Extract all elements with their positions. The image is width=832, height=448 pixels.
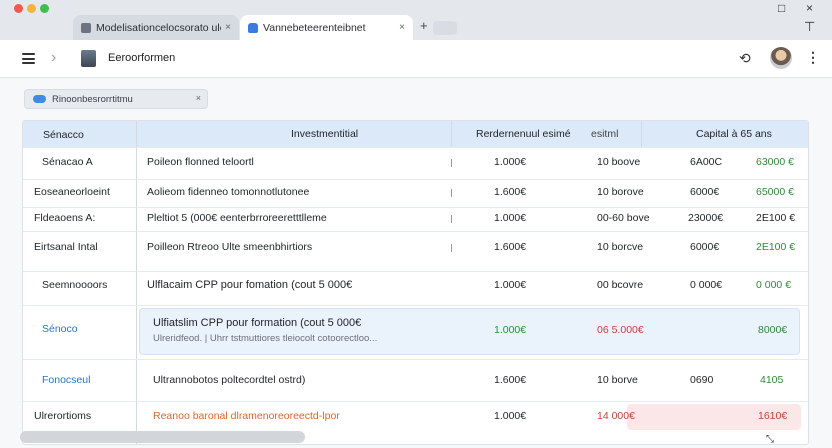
new-tab-button[interactable]: + xyxy=(420,18,428,33)
scenario-cell: Eoseaneorloeint xyxy=(34,186,110,198)
tab-close-icon[interactable]: × xyxy=(225,22,231,33)
tab-title: Vannebeteerenteibnet xyxy=(263,21,366,34)
more-options-icon[interactable]: ⋮ xyxy=(806,49,820,66)
investment-cell: Ulfiatslim CPP pour formation (cout 5 00… xyxy=(153,317,362,329)
investment-cell: Ultrannobotos poltecordtel ostrd) xyxy=(153,374,306,386)
chip-close-icon[interactable]: × xyxy=(196,93,201,103)
capital-cell: 6000€ xyxy=(690,241,720,253)
capital-final-cell: 65000 € xyxy=(756,186,794,198)
amount-cell: 1.000€ xyxy=(494,324,527,336)
document-icon xyxy=(81,22,91,33)
table-row[interactable] xyxy=(23,305,808,359)
main-content: Rinoonbesrorrtitmu × Sénacco Investmenti… xyxy=(0,79,832,448)
yield-cell: 10 borove xyxy=(597,186,644,198)
yield-cell: 06 5.000€ xyxy=(597,324,644,336)
chevron-right-icon[interactable]: › xyxy=(51,49,56,67)
capital-final-cell: 2E100 € xyxy=(756,241,796,253)
cloud-icon xyxy=(33,95,46,103)
header-yield: Rerdernenuul esimé xyxy=(476,128,571,140)
yield-cell: 10 borcve xyxy=(597,241,644,253)
scenario-cell: Sénacao A xyxy=(42,156,93,168)
scenario-cell: Seemnoooors xyxy=(42,279,108,291)
scenario-cell: Fonocseul xyxy=(42,374,91,386)
filter-chip-label: Rinoonbesrorrtitmu xyxy=(52,93,133,105)
pin-icon[interactable]: ⊤ xyxy=(804,19,815,35)
tab-modelisation[interactable]: Modelisationcelocsorato ule × xyxy=(73,15,239,40)
app-toolbar: › Eeroorformen ⟲ ⋮ xyxy=(0,40,832,78)
capital-cell: 6000€ xyxy=(690,186,720,198)
investment-cell: Poilleon Rtreoo Ulte smeenbhirtiors xyxy=(147,241,313,253)
app-logo-icon xyxy=(81,50,96,67)
capital-final-cell: 1610€ xyxy=(758,410,788,422)
yield-cell: 10 borve xyxy=(597,374,638,386)
amount-cell: 1.600€ xyxy=(494,241,527,253)
scenario-table: Sénacco Investmentitial Rerdernenuul esi… xyxy=(22,120,809,445)
header-yield-suffix: esitml xyxy=(591,128,619,140)
investment-cell: Reanoo baronal dlramenoreoreectd-lpor xyxy=(153,410,340,422)
capital-final-cell: 2E100 € xyxy=(756,212,796,224)
scenario-cell: Ulrerortioms xyxy=(34,410,92,422)
yield-cell: 00-60 bove xyxy=(597,212,650,224)
header-investment: Investmentitial xyxy=(291,128,359,140)
amount-cell: 1.000€ xyxy=(494,410,527,422)
menu-icon[interactable] xyxy=(22,53,35,64)
lock-icon xyxy=(248,22,258,33)
scenario-cell: Fldeaoens A: xyxy=(34,212,96,224)
amount-cell: 1.600€ xyxy=(494,374,527,386)
capital-cell: 0690 xyxy=(690,374,714,386)
amount-cell: 1.000€ xyxy=(494,212,527,224)
investment-cell: Poileon flonned teloortl xyxy=(147,156,254,168)
investment-cell: Ulflacaim CPP pour fomation (cout 5 000€ xyxy=(147,279,353,291)
yield-cell: 00 bcovre xyxy=(597,279,644,291)
tab-strip: Modelisationcelocsorato ule × Vannebetee… xyxy=(0,0,832,40)
header-scenario: Sénacco xyxy=(43,129,84,141)
minimize-window-button[interactable] xyxy=(27,4,36,13)
tab-title: Modelisationcelocsorato ule xyxy=(96,21,222,34)
capital-final-cell: 4105 xyxy=(760,374,784,386)
header-capital: Capital à 65 ans xyxy=(696,128,772,140)
amount-cell: 1.000€ xyxy=(494,156,527,168)
zoom-window-button[interactable] xyxy=(40,4,49,13)
capital-cell: 23000€ xyxy=(688,212,724,224)
scenario-cell: Eirtsanal Intal xyxy=(34,241,98,253)
close-window-button[interactable] xyxy=(14,4,23,13)
page-title: Eeroorformen xyxy=(108,52,176,64)
capital-cell: 0 000€ xyxy=(690,279,723,291)
scenario-cell: Sénoco xyxy=(42,323,78,335)
resize-icon[interactable]: ⤡ xyxy=(766,434,774,445)
capital-cell: 6A00C xyxy=(690,156,723,168)
table-header xyxy=(23,121,808,147)
capital-final-cell: 8000€ xyxy=(758,324,788,336)
close-icon[interactable]: × xyxy=(806,1,813,15)
tab-close-icon[interactable]: × xyxy=(399,22,405,33)
yield-cell: 14 000€ xyxy=(597,410,635,422)
browser-window: Modelisationcelocsorato ule × Vannebetee… xyxy=(0,0,832,448)
yield-cell: 10 boove xyxy=(597,156,641,168)
tab-placeholder xyxy=(433,21,457,35)
filter-chip[interactable]: Rinoonbesrorrtitmu × xyxy=(24,89,208,109)
capital-final-cell: 63000 € xyxy=(756,156,794,168)
investment-cell: Aolieom fidenneo tomonnotlutonee xyxy=(147,186,310,198)
amount-cell: 1.000€ xyxy=(494,279,527,291)
horizontal-scrollbar[interactable] xyxy=(20,431,305,443)
investment-cell: Pleltiot 5 (000€ eenterbrroreeretttlleme xyxy=(147,212,327,224)
avatar[interactable] xyxy=(770,47,792,69)
amount-cell: 1.600€ xyxy=(494,186,527,198)
capital-final-cell: 0 000 € xyxy=(756,279,792,291)
investment-subtext: Ulreridfeod. | Uhrr tstmuttiores tleioco… xyxy=(153,333,378,344)
maximize-icon[interactable]: □ xyxy=(778,1,785,15)
tab-active[interactable]: Vannebeteerenteibnet × xyxy=(240,15,413,40)
extensions-icon[interactable]: ⟲ xyxy=(739,50,751,67)
